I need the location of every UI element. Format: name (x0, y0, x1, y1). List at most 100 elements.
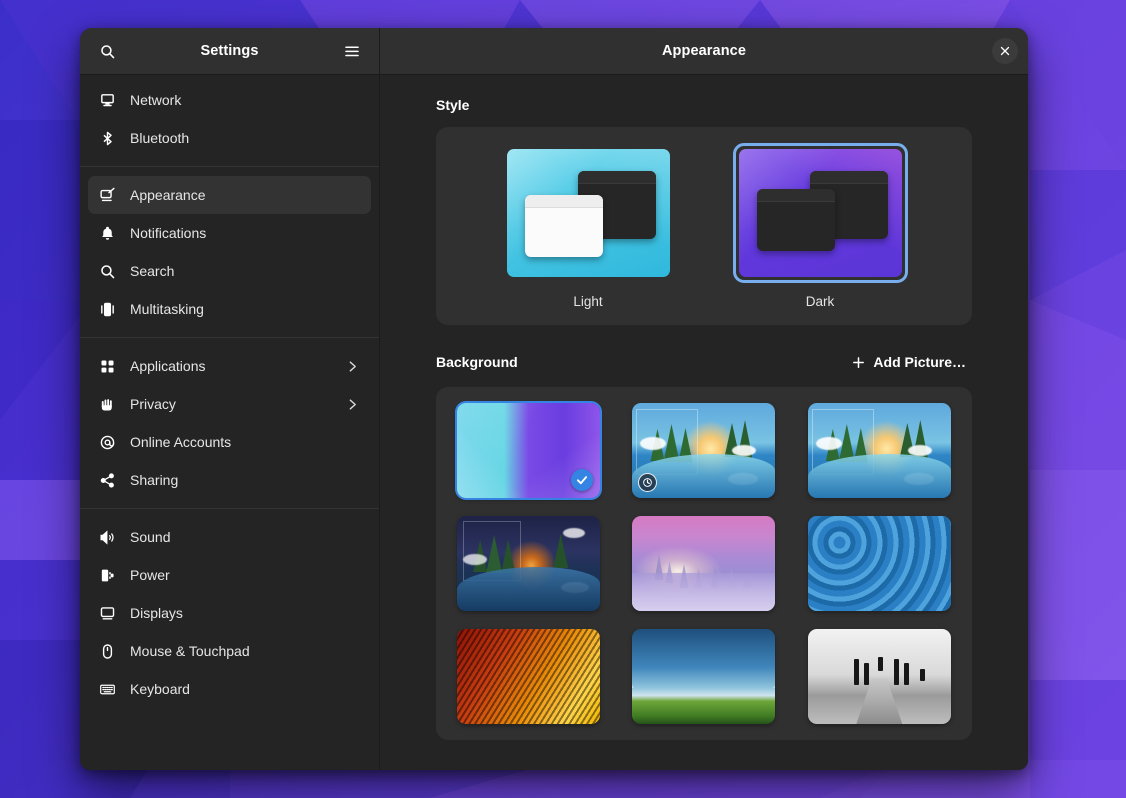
background-heading: Background (436, 354, 518, 370)
sidebar-item-network[interactable]: Network (88, 81, 371, 119)
sidebar-group: Sound Power Displays (80, 518, 379, 708)
chevron-right-icon (346, 360, 359, 373)
network-wired-icon (98, 91, 116, 109)
bluetooth-icon (98, 129, 116, 147)
hamburger-menu-icon (343, 42, 361, 60)
close-window-button[interactable] (992, 38, 1018, 64)
style-options: Light Dark (452, 143, 956, 309)
sidebar-separator (80, 337, 379, 338)
appearance-icon (98, 186, 116, 204)
style-heading: Style (436, 97, 469, 113)
wallpaper-thumbnail[interactable] (632, 516, 775, 611)
sidebar-item-keyboard[interactable]: Keyboard (88, 670, 371, 708)
wallpaper-thumbnail[interactable] (457, 629, 600, 724)
wallpaper-art (632, 516, 775, 611)
selected-check-badge (571, 469, 593, 491)
sidebar-separator (80, 166, 379, 167)
style-option-dark[interactable]: Dark (730, 143, 910, 309)
background-section-header: Background Add Picture… (436, 351, 972, 373)
plus-icon (851, 355, 866, 370)
search-button[interactable] (92, 36, 122, 66)
background-card (436, 387, 972, 740)
desktop-background: Settings Appearance (0, 0, 1126, 798)
sidebar-item-sound[interactable]: Sound (88, 518, 371, 556)
sidebar-item-search[interactable]: Search (88, 252, 371, 290)
style-thumb-wrap-light (501, 143, 676, 283)
sidebar-item-label: Multitasking (130, 301, 204, 317)
wallpaper-thumbnail[interactable] (632, 403, 775, 498)
bell-icon (98, 224, 116, 242)
chevron-right-icon (346, 398, 359, 411)
style-option-light[interactable]: Light (498, 143, 678, 309)
wallpaper-art (457, 629, 600, 724)
dark-preview (739, 149, 902, 277)
sidebar-item-notifications[interactable]: Notifications (88, 214, 371, 252)
wallpaper-art (808, 403, 951, 498)
window-headerbar: Settings Appearance (80, 28, 1028, 75)
appearance-content: Style Light (380, 75, 1028, 770)
search-icon (98, 262, 116, 280)
sidebar-item-label: Network (130, 92, 181, 108)
sidebar-item-label: Notifications (130, 225, 206, 241)
sidebar-group: Network Bluetooth (80, 81, 379, 157)
sidebar-item-appearance[interactable]: Appearance (88, 176, 371, 214)
sidebar-separator (80, 508, 379, 509)
sidebar-item-multitasking[interactable]: Multitasking (88, 290, 371, 328)
sidebar-item-label: Privacy (130, 396, 176, 412)
mouse-icon (98, 642, 116, 660)
sidebar-group: Appearance Notifications Search (80, 176, 379, 328)
clock-icon (642, 477, 653, 488)
style-option-label: Dark (806, 294, 835, 309)
add-picture-label: Add Picture… (873, 354, 966, 370)
settings-window: Settings Appearance (80, 28, 1028, 770)
checkmark-icon (575, 473, 589, 487)
settings-sidebar: Network Bluetooth (80, 75, 380, 770)
wallpaper-thumbnail[interactable] (632, 629, 775, 724)
wallpaper-art (632, 629, 775, 724)
preview-window-front (525, 195, 603, 257)
add-picture-button[interactable]: Add Picture… (845, 351, 972, 373)
sidebar-item-label: Online Accounts (130, 434, 231, 450)
sidebar-item-power[interactable]: Power (88, 556, 371, 594)
sidebar-item-privacy[interactable]: Privacy (88, 385, 371, 423)
main-menu-button[interactable] (337, 36, 367, 66)
style-option-label: Light (573, 294, 602, 309)
wallpaper-grid (452, 403, 956, 724)
app-title: Settings (201, 43, 259, 59)
sidebar-item-label: Search (130, 263, 174, 279)
keyboard-icon (98, 680, 116, 698)
sidebar-item-online-accounts[interactable]: Online Accounts (88, 423, 371, 461)
sidebar-group: Applications Privacy (80, 347, 379, 499)
wallpaper-art (808, 629, 951, 724)
sidebar-item-label: Mouse & Touchpad (130, 643, 250, 659)
sidebar-headerbar: Settings (80, 28, 380, 74)
sidebar-item-label: Sound (130, 529, 170, 545)
preview-window-front (757, 189, 835, 251)
sidebar-item-label: Displays (130, 605, 183, 621)
sidebar-item-applications[interactable]: Applications (88, 347, 371, 385)
grid-apps-icon (98, 357, 116, 375)
wallpaper-thumbnail[interactable] (457, 516, 600, 611)
wallpaper-thumbnail[interactable] (457, 403, 600, 498)
style-section-header: Style (436, 97, 972, 113)
sidebar-item-bluetooth[interactable]: Bluetooth (88, 119, 371, 157)
sidebar-item-label: Power (130, 567, 170, 583)
wallpaper-thumbnail[interactable] (808, 516, 951, 611)
power-plug-icon (98, 566, 116, 584)
search-icon (99, 43, 116, 60)
sidebar-item-mouse-touchpad[interactable]: Mouse & Touchpad (88, 632, 371, 670)
style-thumb-wrap-dark (733, 143, 908, 283)
content-headerbar: Appearance (380, 28, 1028, 74)
sidebar-item-label: Keyboard (130, 681, 190, 697)
wallpaper-thumbnail[interactable] (808, 403, 951, 498)
share-nodes-icon (98, 471, 116, 489)
wallpaper-thumbnail[interactable] (808, 629, 951, 724)
monitor-icon (98, 604, 116, 622)
sidebar-item-label: Applications (130, 358, 206, 374)
speaker-icon (98, 528, 116, 546)
wallpaper-art (457, 516, 600, 611)
sidebar-item-sharing[interactable]: Sharing (88, 461, 371, 499)
sidebar-item-displays[interactable]: Displays (88, 594, 371, 632)
light-preview (507, 149, 670, 277)
at-sign-icon (98, 433, 116, 451)
